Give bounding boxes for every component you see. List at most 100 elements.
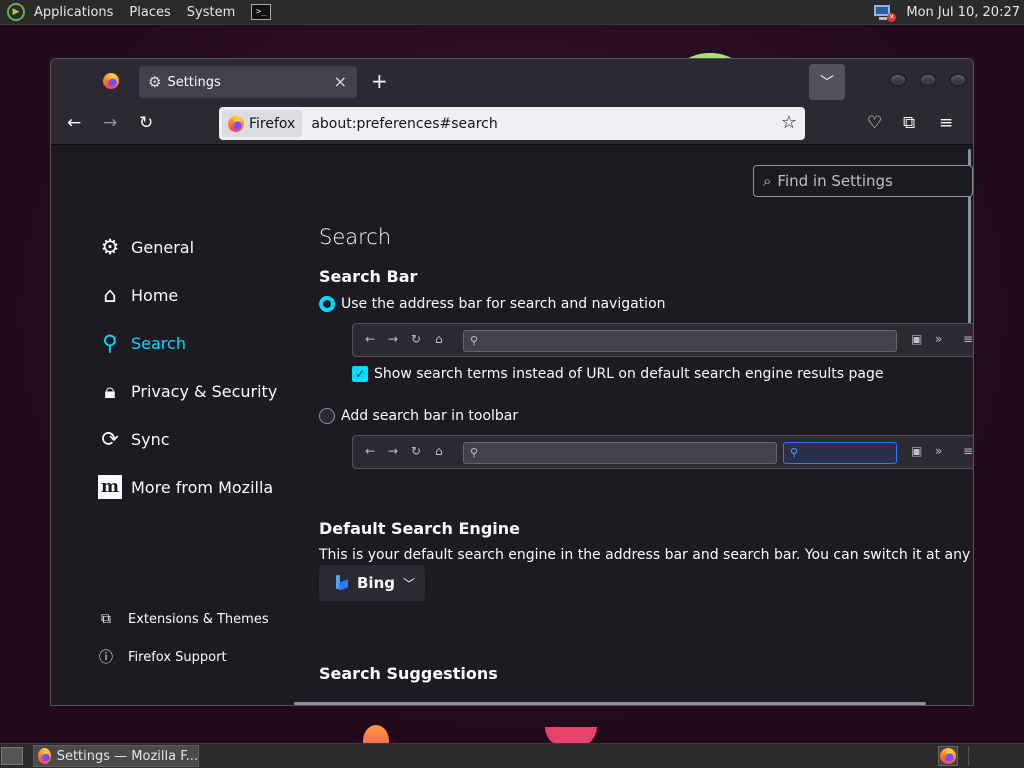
- help-icon: ⓘ: [99, 650, 113, 666]
- hamburger-menu-icon: ≡: [963, 444, 973, 458]
- tray-firefox-icon[interactable]: [938, 746, 958, 766]
- sidebar-item-more-from-mozilla[interactable]: m More from Mozilla: [97, 463, 327, 511]
- close-tab-icon[interactable]: ×: [334, 72, 347, 91]
- search-suggestions-heading: Search Suggestions: [319, 664, 498, 683]
- network-status-icon[interactable]: ✕: [874, 4, 897, 22]
- extensions-puzzle-icon[interactable]: ⧉: [903, 113, 915, 133]
- clock[interactable]: Mon Jul 10, 20:27: [906, 5, 1020, 20]
- sidebar-item-privacy-security[interactable]: 🔒︎ Privacy & Security: [97, 367, 327, 415]
- taskbar-window-firefox[interactable]: Settings — Mozilla F...: [33, 745, 199, 767]
- back-arrow-icon[interactable]: ←: [67, 113, 81, 133]
- radio-toolbar-search-bar-label: Add search bar in toolbar: [341, 408, 519, 424]
- menu-places[interactable]: Places: [129, 5, 170, 20]
- gear-icon: ⚙: [148, 73, 162, 91]
- settings-content: ⌕ Find in Settings ⚙ General ⌂ Home ⚲ Se…: [51, 145, 973, 705]
- url-text[interactable]: about:preferences#search: [311, 116, 497, 132]
- new-tab-button[interactable]: +: [371, 69, 388, 93]
- sidebar-footer: ⧉ Extensions & Themes ⓘ Firefox Support: [97, 600, 269, 676]
- overflow-chevron-icon: »: [935, 444, 943, 458]
- identity-box[interactable]: Firefox: [222, 110, 303, 137]
- radio-toolbar-search-bar-option[interactable]: Add search bar in toolbar: [319, 408, 518, 424]
- page-title: Search: [319, 225, 392, 249]
- sidebar-item-general[interactable]: ⚙ General: [97, 223, 327, 271]
- sidebar-link-label: Firefox Support: [128, 649, 227, 665]
- forward-arrow-icon[interactable]: →: [103, 113, 117, 133]
- sidebar-icon: ▣: [911, 332, 923, 346]
- sidebar-item-label: General: [131, 237, 195, 257]
- search-pane: Search Search Bar Use the address bar fo…: [319, 225, 973, 683]
- reload-icon: ↻: [411, 444, 422, 458]
- firefox-logo-icon: [228, 115, 244, 132]
- find-in-settings-placeholder: Find in Settings: [777, 172, 893, 190]
- checkbox-show-search-terms[interactable]: ✓ Show search terms instead of URL on de…: [352, 366, 884, 382]
- os-logo-icon[interactable]: ▶: [7, 3, 25, 21]
- sidebar-link-extensions-themes[interactable]: ⧉ Extensions & Themes: [97, 600, 269, 638]
- pocket-icon[interactable]: ♡: [867, 113, 882, 133]
- preview-urlbar-field: ⚲: [463, 330, 897, 352]
- minimize-window-button[interactable]: [889, 73, 907, 87]
- radio-unselected[interactable]: [319, 408, 335, 424]
- workspace-switcher[interactable]: [968, 746, 1004, 766]
- firefox-window: ⚙ Settings × + ﹀ ← → ↻ Firefox about:pre…: [50, 58, 974, 706]
- home-icon: ⌂: [103, 283, 117, 307]
- tab-title: Settings: [167, 74, 221, 90]
- radio-address-bar-option[interactable]: Use the address bar for search and navig…: [319, 296, 666, 312]
- lock-icon: 🔒︎: [104, 378, 116, 403]
- reload-icon: ↻: [411, 332, 422, 346]
- close-window-button[interactable]: [949, 73, 967, 87]
- tab-settings[interactable]: ⚙ Settings ×: [139, 66, 357, 98]
- sidebar-item-home[interactable]: ⌂ Home: [97, 271, 327, 319]
- sidebar-item-label: More from Mozilla: [131, 477, 274, 497]
- show-desktop-button[interactable]: [1, 747, 23, 765]
- bookmark-star-icon[interactable]: ☆: [781, 112, 797, 133]
- firefox-view-icon[interactable]: [103, 73, 119, 89]
- search-icon: ⚲: [102, 331, 118, 355]
- back-arrow-icon: ←: [365, 332, 376, 346]
- find-in-settings-input[interactable]: ⌕ Find in Settings: [753, 165, 973, 197]
- puzzle-icon: ⧉: [101, 611, 111, 627]
- search-icon: ⌕: [763, 172, 772, 190]
- hamburger-menu-icon: ≡: [963, 332, 973, 346]
- gear-icon: ⚙: [100, 235, 120, 259]
- sidebar-item-label: Search: [131, 333, 186, 353]
- home-icon: ⌂: [435, 444, 443, 458]
- mozilla-logo-icon: m: [97, 474, 123, 500]
- home-icon: ⌂: [435, 332, 443, 346]
- forward-arrow-icon: →: [388, 444, 399, 458]
- bottom-taskbar: Settings — Mozilla F...: [0, 743, 1024, 768]
- navigation-toolbar: ← → ↻ Firefox about:preferences#search ☆…: [51, 103, 973, 145]
- address-bar-preview: ← → ↻ ⌂ ⚲ ▣ » ≡: [352, 323, 973, 357]
- sidebar-item-sync[interactable]: ⟳ Sync: [97, 415, 327, 463]
- taskbar-window-title: Settings — Mozilla F...: [56, 748, 198, 764]
- sidebar-link-label: Extensions & Themes: [128, 611, 269, 627]
- sidebar-item-search[interactable]: ⚲ Search: [97, 319, 327, 367]
- default-search-engine-heading: Default Search Engine: [319, 519, 520, 538]
- bing-logo-icon: [335, 575, 349, 591]
- terminal-launcher-icon[interactable]: >_: [251, 4, 272, 20]
- maximize-window-button[interactable]: [919, 73, 937, 87]
- list-all-tabs-button[interactable]: ﹀: [809, 64, 845, 100]
- preview-search-field: ⚲: [783, 442, 897, 464]
- default-engine-dropdown[interactable]: Bing ﹀: [319, 565, 425, 601]
- forward-arrow-icon: →: [388, 332, 399, 346]
- address-bar[interactable]: Firefox about:preferences#search ☆: [219, 107, 805, 140]
- menu-system[interactable]: System: [187, 5, 235, 20]
- hamburger-menu-icon[interactable]: ≡: [939, 113, 953, 133]
- preview-urlbar-field: ⚲: [463, 442, 777, 464]
- radio-selected[interactable]: [319, 296, 335, 312]
- show-search-terms-label: Show search terms instead of URL on defa…: [374, 366, 884, 382]
- toolbar-search-bar-preview: ← → ↻ ⌂ ⚲ ⚲ ▣ » ≡: [352, 435, 973, 469]
- search-bar-heading: Search Bar: [319, 267, 418, 286]
- horizontal-scrollbar[interactable]: [294, 702, 926, 705]
- reload-icon[interactable]: ↻: [139, 113, 153, 133]
- default-engine-value: Bing: [357, 574, 395, 592]
- chevron-down-icon: ﹀: [403, 576, 416, 591]
- chevron-down-icon: ﹀: [820, 75, 834, 91]
- category-sidebar: ⚙ General ⌂ Home ⚲ Search 🔒︎ Privacy & S…: [97, 223, 327, 511]
- menu-applications[interactable]: Applications: [34, 5, 113, 20]
- back-arrow-icon: ←: [365, 444, 376, 458]
- checkbox-checked[interactable]: ✓: [352, 366, 368, 382]
- radio-address-bar-label: Use the address bar for search and navig…: [341, 296, 666, 312]
- identity-label: Firefox: [249, 115, 296, 132]
- sidebar-link-firefox-support[interactable]: ⓘ Firefox Support: [97, 638, 269, 676]
